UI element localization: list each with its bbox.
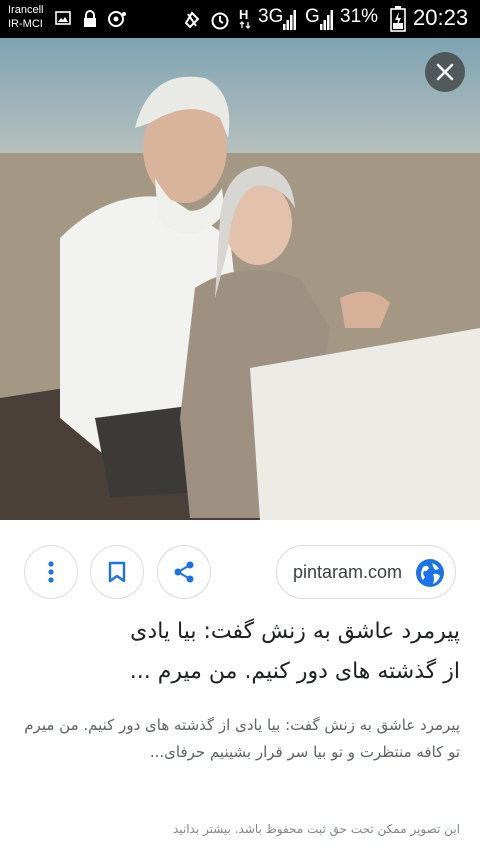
more-options-button[interactable] xyxy=(24,545,78,599)
assistant-icon xyxy=(108,11,126,27)
image-icon xyxy=(55,11,71,25)
copyright-notice[interactable]: این تصویر ممکن تحت حق ثبت محفوظ باشد. بی… xyxy=(20,818,460,840)
svg-text:H: H xyxy=(239,7,248,22)
title-line-2: از گذشته های دور کنیم. من میرم ... xyxy=(129,659,460,684)
signal-icon-2 xyxy=(320,10,333,30)
signal-icon xyxy=(283,10,296,30)
result-description: پیرمرد عاشق به زنش گفت: بیا یادی از گذشت… xyxy=(24,716,460,761)
close-icon xyxy=(436,63,454,81)
carrier-1: Irancell xyxy=(8,4,44,16)
status-bar: Irancell IR-MCI H 3G G 31% 20:23 xyxy=(0,0,480,38)
result-image[interactable] xyxy=(0,38,480,520)
share-icon xyxy=(174,561,194,583)
battery-icon xyxy=(390,6,406,32)
carrier-labels: Irancell IR-MCI xyxy=(8,3,43,31)
network-label-1: 3G xyxy=(258,6,284,27)
clock: 20:23 xyxy=(413,5,469,30)
share-button[interactable] xyxy=(157,545,211,599)
save-button[interactable] xyxy=(90,545,144,599)
photo-illustration xyxy=(0,38,480,520)
lock-icon xyxy=(84,10,96,27)
more-vert-icon xyxy=(48,561,54,583)
h-network-icon: H xyxy=(239,7,251,29)
battery-percent: 31% xyxy=(340,6,379,27)
title-line-1: پیرمرد عاشق به زنش گفت: بیا یادی xyxy=(130,619,460,644)
source-link[interactable]: pintaram.com xyxy=(276,545,456,599)
result-title[interactable]: پیرمرد عاشق به زنش گفت: بیا یادی از گذشت… xyxy=(20,612,460,692)
alarm-icon xyxy=(211,12,229,30)
source-domain: pintaram.com xyxy=(293,561,403,582)
globe-icon xyxy=(416,559,444,587)
carrier-2: IR-MCI xyxy=(8,18,43,30)
vibrate-off-icon xyxy=(184,11,200,29)
network-label-2: G xyxy=(305,6,320,27)
close-button[interactable] xyxy=(425,52,465,92)
bookmark-icon xyxy=(108,561,126,583)
